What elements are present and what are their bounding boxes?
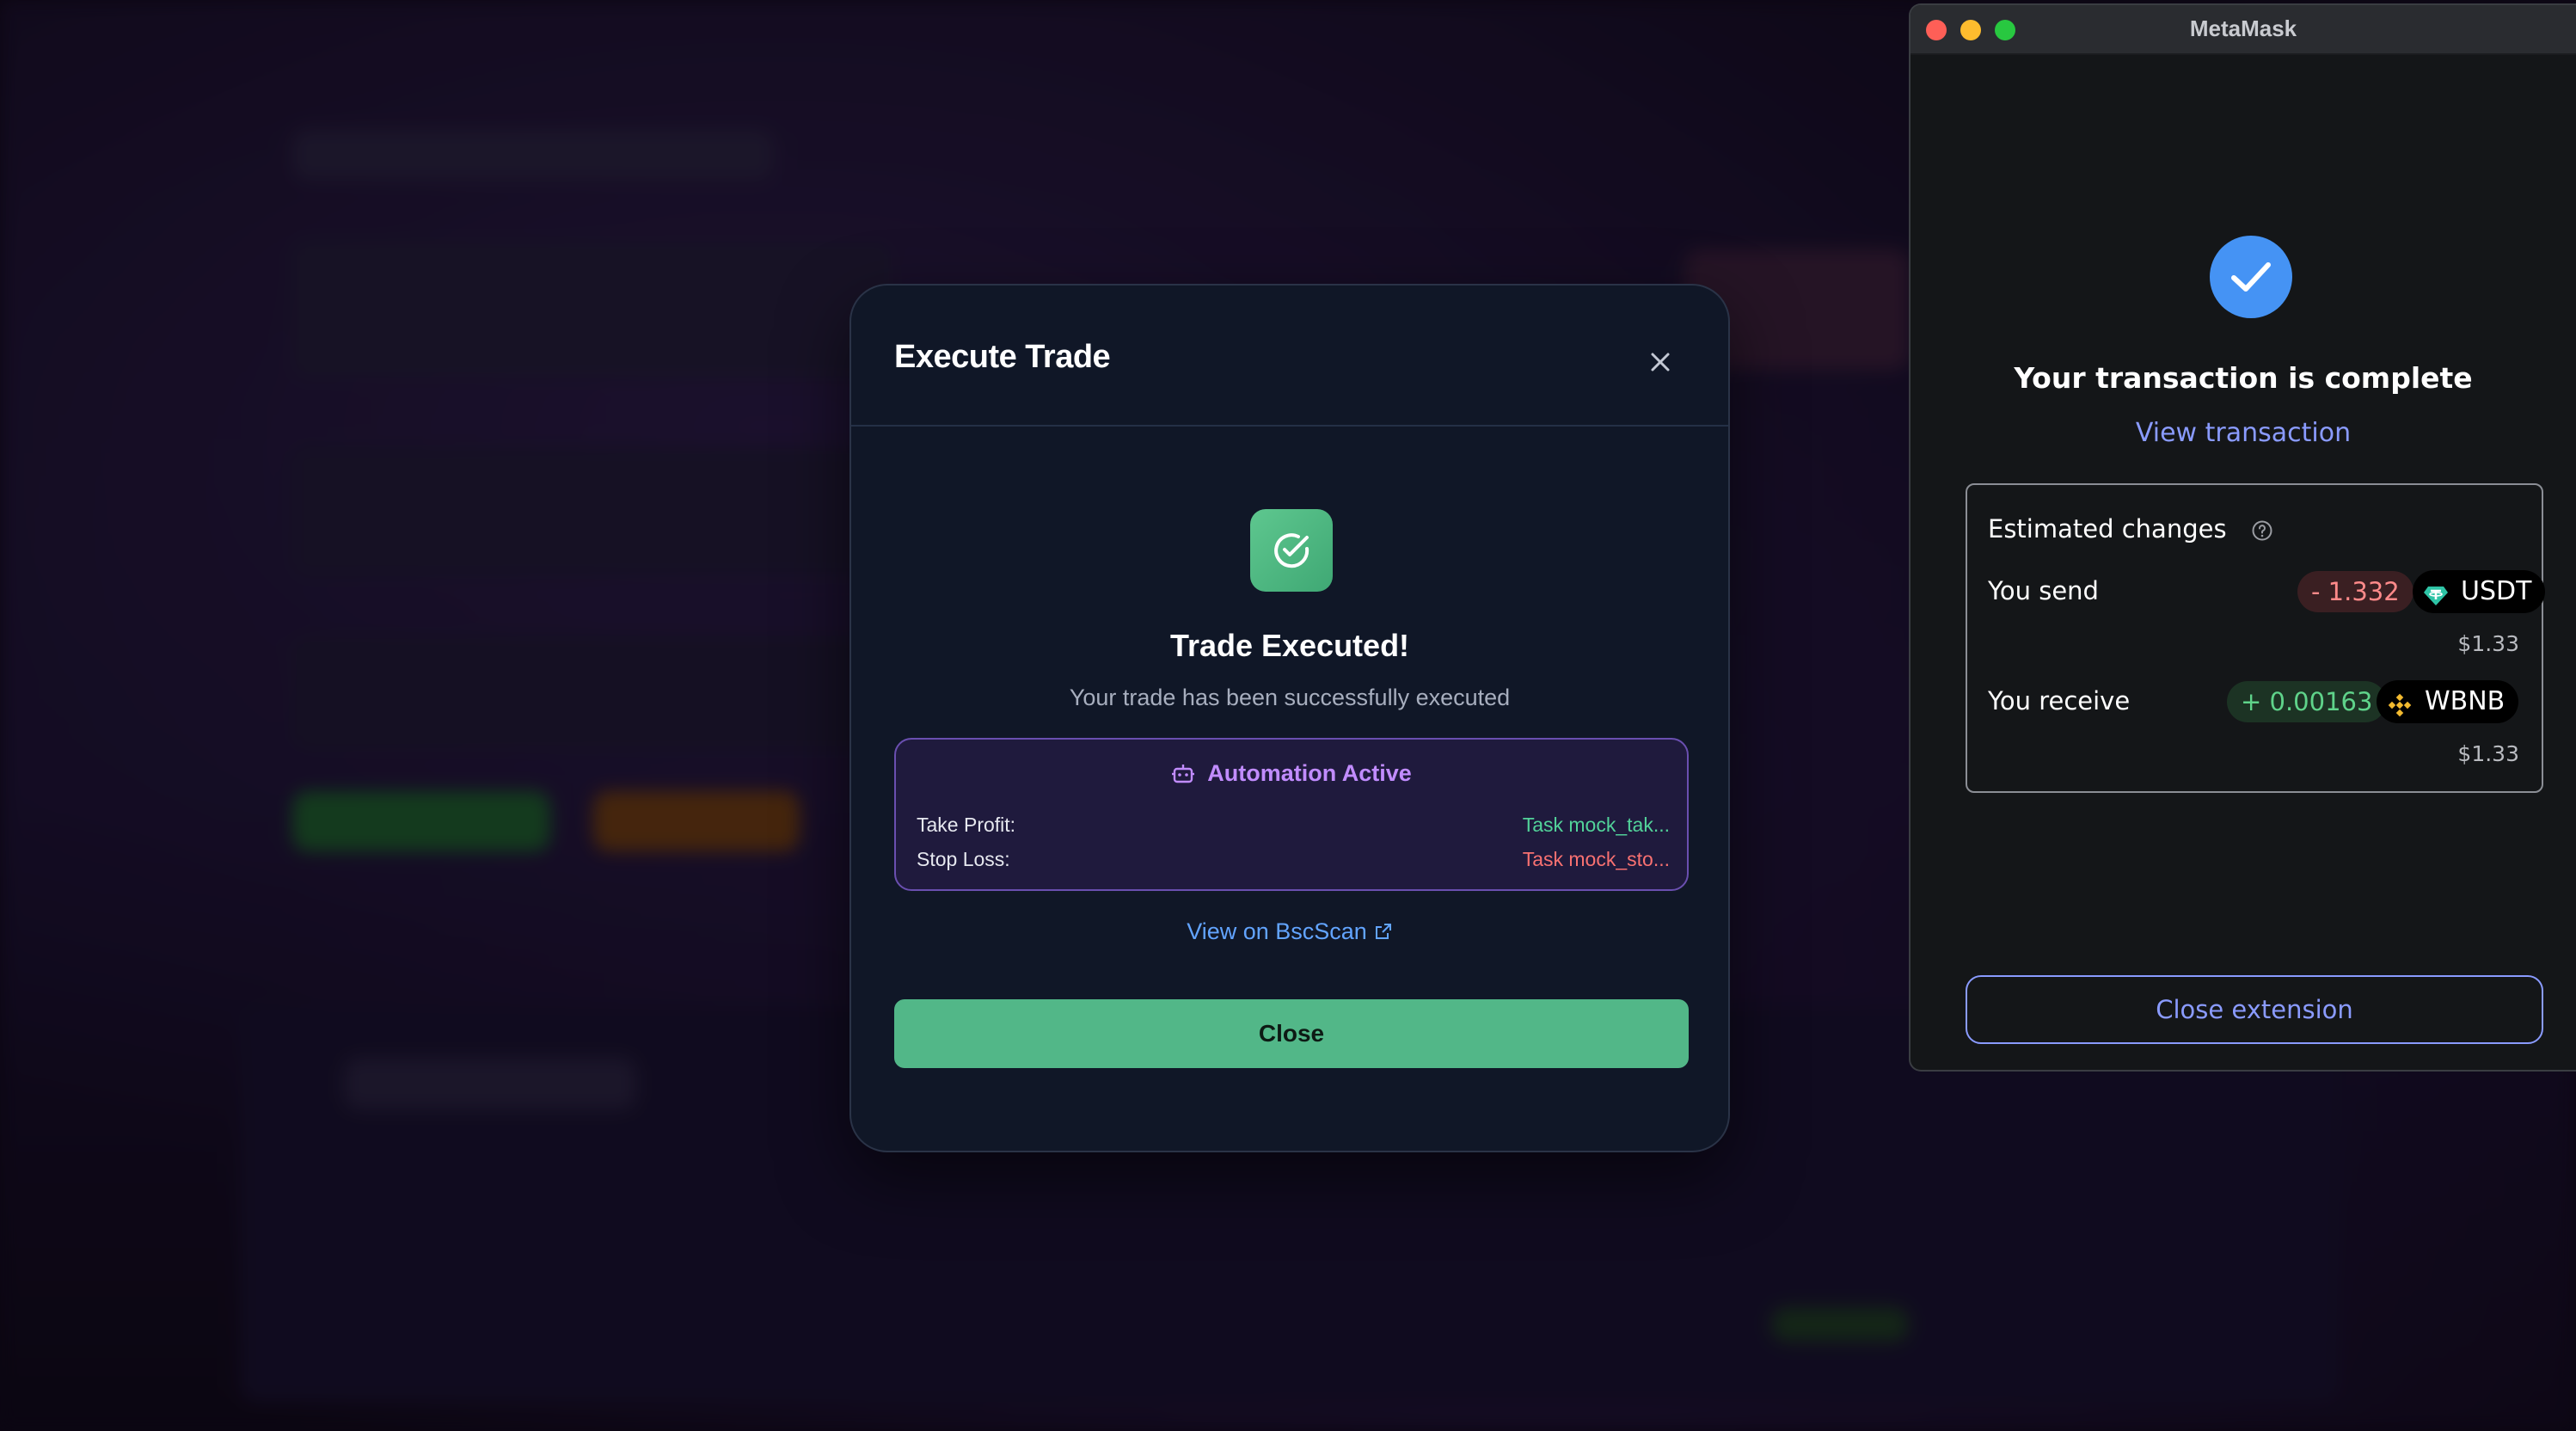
external-link-icon [1375,924,1391,939]
execute-trade-modal: Execute Trade Trade Executed! Your trade… [849,284,1730,1152]
estimated-changes-card: Estimated changes You send - 1.332 USDT … [1966,483,2546,793]
stop-loss-label: Stop Loss: [917,848,1010,870]
trade-executed-subtitle: Your trade has been successfully execute… [1069,685,1511,710]
view-transaction-link[interactable]: View transaction [1911,418,2576,448]
close-button[interactable]: Close [894,999,1689,1068]
send-fiat-value: $1.33 [2457,631,2519,656]
trade-executed-heading: Trade Executed! [1169,628,1410,663]
check-circle-icon [1250,509,1333,592]
bscscan-link-label: View on BscScan [1187,918,1367,944]
modal-header: Execute Trade [851,286,1728,427]
window-titlebar: MetaMask [1911,5,2576,55]
take-profit-task: Task mock_tak... [1522,814,1670,836]
stop-loss-task: Task mock_sto... [1522,848,1670,870]
modal-title: Execute Trade [894,339,1111,375]
view-on-bscscan-link[interactable]: View on BscScan [851,918,1728,945]
window-title: MetaMask [2189,15,2297,41]
close-extension-button[interactable]: Close extension [1966,975,2543,1044]
automation-panel: Automation Active Take Profit: Task mock… [894,738,1689,891]
bnb-token-icon [2387,689,2413,732]
wbnb-token-pill: WBNB [2377,680,2519,723]
usdt-token-icon [2423,579,2449,622]
automation-header: Automation Active [896,760,1687,791]
usdt-token-pill: USDT [2413,570,2546,613]
receive-amount: + 0.00163 [2227,681,2387,722]
robot-icon [1171,761,1195,791]
take-profit-label: Take Profit: [917,814,1016,836]
receive-fiat-value: $1.33 [2457,741,2519,766]
question-circle-icon[interactable] [2251,519,2273,545]
send-amount: - 1.332 [2297,571,2413,612]
usdt-token-symbol: USDT [2461,576,2532,606]
close-icon[interactable] [1642,344,1678,380]
check-icon [2210,236,2292,318]
metamask-window: MetaMask Your transaction is complete Vi… [1909,3,2576,1072]
wbnb-token-symbol: WBNB [2425,686,2505,716]
estimated-changes-title: Estimated changes [1988,514,2227,544]
transaction-status: Your transaction is complete [2014,361,2473,395]
you-receive-label: You receive [1988,686,2131,716]
automation-title: Automation Active [1207,760,1412,786]
you-send-label: You send [1988,576,2099,605]
